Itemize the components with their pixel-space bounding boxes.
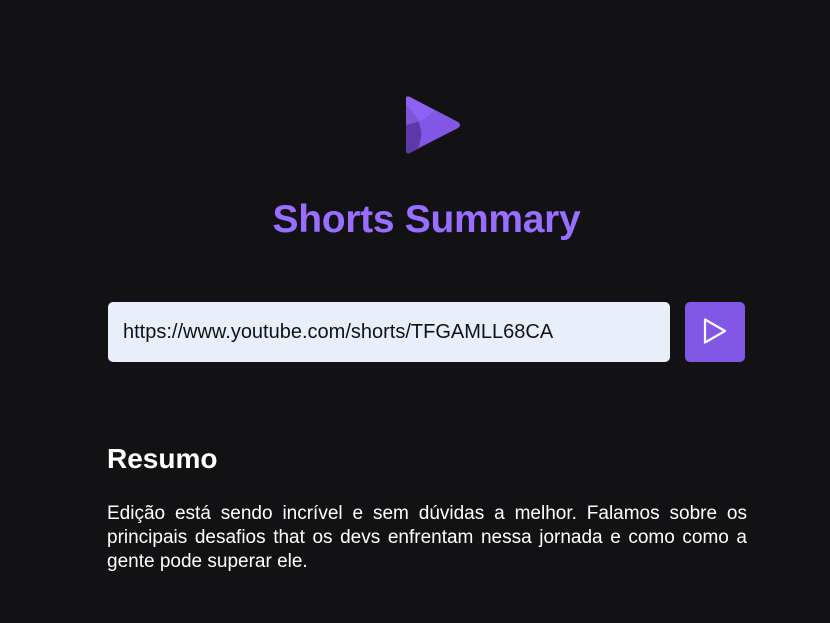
submit-button[interactable]: [685, 302, 745, 362]
page: Shorts Summary Resumo Edição está sendo …: [0, 0, 830, 623]
play-triangle-logo-icon: [404, 95, 462, 157]
summary-section: Resumo Edição está sendo incrível e sem …: [107, 443, 747, 574]
summary-heading: Resumo: [107, 443, 218, 474]
app-title: Shorts Summary: [272, 198, 581, 242]
url-input[interactable]: [108, 302, 670, 362]
search-form: [108, 302, 745, 362]
play-icon: [702, 317, 728, 348]
summary-text: Edição está sendo incrível e sem dúvidas…: [107, 503, 747, 572]
